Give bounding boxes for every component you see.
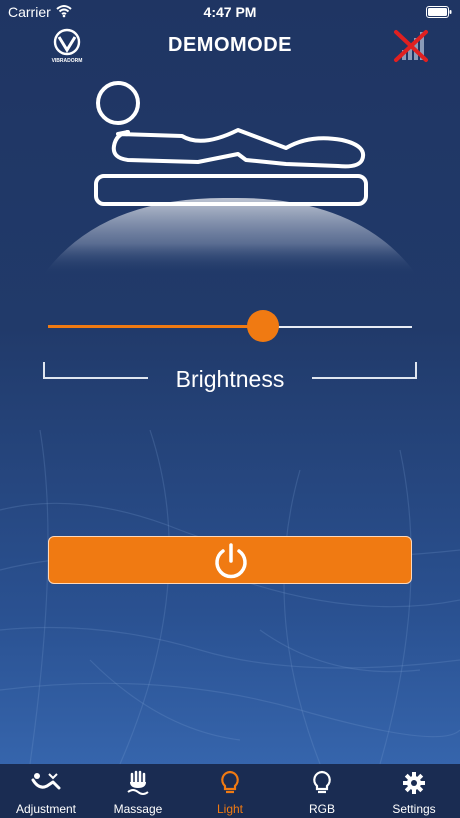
page-title: DEMOMODE xyxy=(168,34,292,56)
tab-label: Massage xyxy=(113,802,163,816)
slider-thumb[interactable] xyxy=(246,310,279,342)
bed-adjust-icon xyxy=(31,773,61,790)
status-bar: Carrier 4:47 PM xyxy=(0,0,460,26)
tab-light[interactable]: Light xyxy=(184,764,276,818)
header: VIBRADORM DEMOMODE xyxy=(0,28,460,68)
tab-label: Adjustment xyxy=(15,802,77,816)
rgb-bulb-icon xyxy=(313,770,331,794)
light-dome xyxy=(44,197,416,274)
tab-bar: Adjustment Massage Light RGB Settings xyxy=(0,764,460,818)
logo-text: VIBRADORM xyxy=(52,58,83,64)
slider-track-fill xyxy=(48,325,263,328)
tab-label: RGB xyxy=(308,802,335,816)
lightbulb-icon xyxy=(221,770,239,794)
tab-massage[interactable]: Massage xyxy=(92,764,184,818)
person-body-icon xyxy=(111,128,365,169)
tab-adjustment[interactable]: Adjustment xyxy=(0,764,92,818)
battery-icon xyxy=(426,6,452,18)
power-icon xyxy=(215,543,247,579)
massage-icon xyxy=(127,770,149,795)
bed-illustration xyxy=(44,81,416,274)
power-button[interactable] xyxy=(48,536,412,584)
map-background xyxy=(0,430,460,764)
brightness-slider[interactable] xyxy=(48,308,412,344)
brightness-label: Brightness xyxy=(175,366,285,392)
tab-rgb[interactable]: RGB xyxy=(276,764,368,818)
tab-label: Settings xyxy=(392,802,436,816)
gear-icon xyxy=(403,772,425,794)
person-head-icon xyxy=(96,81,140,125)
tab-label: Light xyxy=(216,802,244,816)
tab-settings[interactable]: Settings xyxy=(368,764,460,818)
status-time: 4:47 PM xyxy=(203,4,257,20)
connection-disconnected-icon[interactable] xyxy=(392,28,430,64)
